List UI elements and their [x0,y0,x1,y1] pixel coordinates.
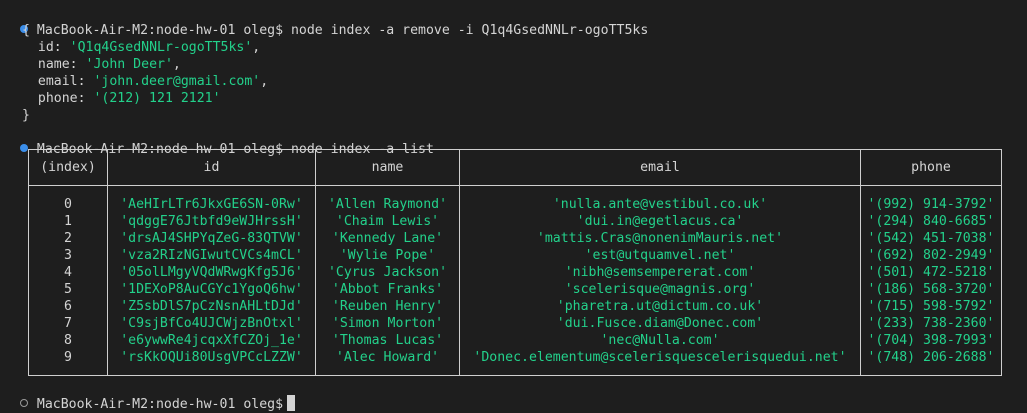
field-value: 'John Deer' [85,57,173,72]
cell-id: 'C9sjBfCo4UJCWjzBnOtxl' [107,315,316,332]
object-field-email: email: 'john.deer@gmail.com', [37,74,269,89]
cell-id: 'Z5sbDlS7pCzNsnAHLtDJd' [107,298,316,315]
cell-email: 'scelerisque@magnis.org' [459,281,861,298]
table-row: 9 'rsKkOQUi80UsgVPCcLZZW' 'Alec Howard' … [28,349,1002,376]
field-key: email [37,74,78,89]
table-row: 6 'Z5sbDlS7pCzNsnAHLtDJd' 'Reuben Henry'… [28,298,1002,315]
cell-id: 'vza2RIzNGIwutCVCs4mCL' [107,247,316,264]
cell-phone: '(186) 568-3720' [860,281,1002,298]
cell-email: 'est@utquamvel.net' [459,247,861,264]
cell-name: 'Cyrus Jackson' [315,264,460,281]
cell-id: 'AeHIrLTr6JkxGE6SN-0Rw' [107,185,316,213]
cell-name: 'Wylie Pope' [315,247,460,264]
object-open-brace: { [22,23,30,38]
cell-name: 'Simon Morton' [315,315,460,332]
cell-index: 1 [28,213,108,230]
field-key: name [37,57,70,72]
cell-id: '1DEXoP8AuCGYc1YgoQ6hw' [107,281,316,298]
text-cursor[interactable] [287,395,296,411]
cell-name: 'Reuben Henry' [315,298,460,315]
cell-index: 4 [28,264,108,281]
cell-index: 7 [28,315,108,332]
column-header-name: name [315,149,460,186]
column-header-index: (index) [28,149,108,186]
field-key: id [37,40,54,55]
cell-phone: '(294) 840-6685' [860,213,1002,230]
column-header-email: email [459,149,861,186]
table-row: 3 'vza2RIzNGIwutCVCs4mCL' 'Wylie Pope' '… [28,247,1002,264]
table-header-row: (index) id name email phone [28,149,1002,186]
field-value: '(212) 121 2121' [93,91,221,106]
cell-id: '05olLMgyVQdWRwgKfg5J6' [107,264,316,281]
cell-phone: '(992) 914-3792' [860,185,1002,213]
cell-email: 'Donec.elementum@scelerisquescelerisqued… [459,349,861,376]
cell-email: 'dui.Fusce.diam@Donec.com' [459,315,861,332]
prompt-line-remove: MacBook-Air-M2:node-hw-01 oleg$ node ind… [4,5,648,38]
cell-id: 'rsKkOQUi80UsgVPCcLZZW' [107,349,316,376]
cell-phone: '(692) 802-2949' [860,247,1002,264]
field-key: phone [37,91,78,106]
cell-name: 'Allen Raymond' [315,185,460,213]
cell-index: 2 [28,230,108,247]
cell-name: 'Chaim Lewis' [315,213,460,230]
cell-email: 'nulla.ante@vestibul.co.uk' [459,185,861,213]
object-field-name: name: 'John Deer', [37,57,181,72]
cell-index: 5 [28,281,108,298]
column-header-phone: phone [860,149,1002,186]
cell-name: 'Abbot Franks' [315,281,460,298]
table-row: 4 '05olLMgyVQdWRwgKfg5J6' 'Cyrus Jackson… [28,264,1002,281]
cell-id: 'drsAJ4SHPYqZeG-83QTVW' [107,230,316,247]
command-text: node index -a remove -i Q1q4GsedNNLr-ogo… [290,23,649,38]
contacts-table: (index) id name email phone 0 'AeHIrLTr6… [28,149,1002,376]
cell-id: 'e6ywwRe4jcqxXfCZOj_1e' [107,332,316,349]
cell-index: 6 [28,298,108,315]
table-row: 5 '1DEXoP8AuCGYc1YgoQ6hw' 'Abbot Franks'… [28,281,1002,298]
cell-index: 8 [28,332,108,349]
cell-name: 'Kennedy Lane' [315,230,460,247]
cell-phone: '(704) 398-7993' [860,332,1002,349]
field-value: 'Q1q4GsedNNLr-ogoTT5ks' [69,40,253,55]
object-close-brace: } [22,108,30,123]
table-row: 8 'e6ywwRe4jcqxXfCZOj_1e' 'Thomas Lucas'… [28,332,1002,349]
shell-prompt: MacBook-Air-M2:node-hw-01 oleg$ [36,397,284,412]
prompt-line-list: MacBook-Air-M2:node-hw-01 oleg$ node ind… [4,124,434,157]
cell-email: 'pharetra.ut@dictum.co.uk' [459,298,861,315]
cell-phone: '(748) 206-2688' [860,349,1002,376]
column-header-id: id [107,149,316,186]
cell-name: 'Thomas Lucas' [315,332,460,349]
cell-phone: '(542) 451-7038' [860,230,1002,247]
field-value: 'john.deer@gmail.com' [93,74,261,89]
command-status-dot-icon [19,144,28,152]
table-row: 1 'qdggE76Jtbfd9eWJHrssH' 'Chaim Lewis' … [28,213,1002,230]
cell-id: 'qdggE76Jtbfd9eWJHrssH' [107,213,316,230]
object-field-id: id: 'Q1q4GsedNNLr-ogoTT5ks', [37,40,261,55]
table-row: 2 'drsAJ4SHPYqZeG-83QTVW' 'Kennedy Lane'… [28,230,1002,247]
cell-phone: '(715) 598-5792' [860,298,1002,315]
cell-email: 'dui.in@egetlacus.ca' [459,213,861,230]
active-prompt-line[interactable]: MacBook-Air-M2:node-hw-01 oleg$ [4,378,296,412]
cell-email: 'mattis.Cras@nonenimMauris.net' [459,230,861,247]
cell-name: 'Alec Howard' [315,349,460,376]
cell-index: 0 [28,185,108,213]
object-field-phone: phone: '(212) 121 2121' [37,91,221,106]
cell-index: 3 [28,247,108,264]
cell-index: 9 [28,349,108,376]
cell-phone: '(233) 738-2360' [860,315,1002,332]
table-row: 7 'C9sjBfCo4UJCWjzBnOtxl' 'Simon Morton'… [28,315,1002,332]
cell-email: 'nec@Nulla.com' [459,332,861,349]
cell-phone: '(501) 472-5218' [860,264,1002,281]
table-row: 0 'AeHIrLTr6JkxGE6SN-0Rw' 'Allen Raymond… [28,185,1002,213]
shell-prompt: MacBook-Air-M2:node-hw-01 oleg$ [36,23,284,38]
cell-email: 'nibh@semsempererat.com' [459,264,861,281]
